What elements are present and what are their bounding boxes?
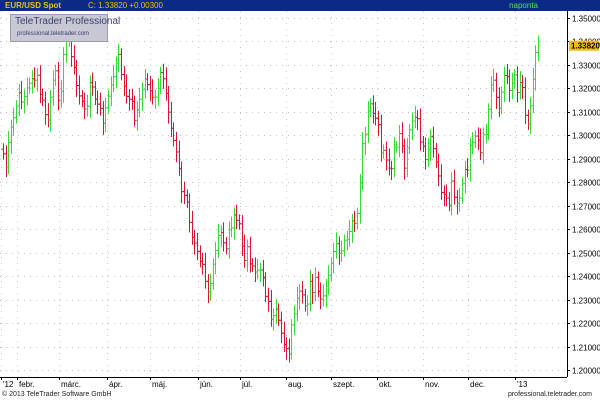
x-tick-label: jún. bbox=[199, 380, 213, 389]
instrument-title: EUR/USD Spot bbox=[5, 1, 61, 10]
footer-bar: © 2013 TeleTrader Software GmbH professi… bbox=[0, 389, 600, 400]
x-tick-label: márc. bbox=[61, 380, 81, 389]
price-chart[interactable]: 1.20000 1.21000 1.22000 1.23000 1.24000 1.250… bbox=[0, 0, 600, 400]
y-tick-label: 1.20000 bbox=[572, 367, 600, 376]
x-tick-label: máj. bbox=[152, 380, 167, 389]
y-tick-label: 1.31000 bbox=[572, 109, 600, 118]
x-axis: '12 febr. márc. ápr. máj. jún. júl. aug. szept. o… bbox=[1, 377, 528, 389]
y-tick-label: 1.35000 bbox=[572, 15, 600, 24]
x-tick-label: okt. bbox=[379, 380, 392, 389]
y-tick-label: 1.28000 bbox=[572, 179, 600, 188]
logo-brand: TeleTrader Professional bbox=[15, 16, 121, 27]
header-bar: EUR/USD Spot C: 1.33820 +0.00300 naponta bbox=[0, 0, 600, 11]
last-price-label: 1.33820 bbox=[571, 42, 600, 51]
y-tick-label: 1.30000 bbox=[572, 132, 600, 141]
x-tick-label: júl. bbox=[241, 380, 252, 389]
footer-url[interactable]: professional.teletrader.com bbox=[508, 389, 592, 400]
x-tick-label: '13 bbox=[517, 380, 528, 389]
y-tick-label: 1.26000 bbox=[572, 226, 600, 235]
y-tick-label: 1.21000 bbox=[572, 344, 600, 353]
y-tick-label: 1.29000 bbox=[572, 156, 600, 165]
x-tick-label: '12 bbox=[3, 380, 14, 389]
x-tick-label: ápr. bbox=[109, 380, 122, 389]
y-tick-label: 1.25000 bbox=[572, 250, 600, 259]
change-label: C: 1.33820 +0.00300 bbox=[88, 1, 163, 10]
y-axis: 1.20000 1.21000 1.22000 1.23000 1.24000 1.250… bbox=[567, 15, 600, 376]
x-tick-label: szept. bbox=[333, 380, 354, 389]
x-tick-label: febr. bbox=[19, 380, 35, 389]
x-tick-label: nov. bbox=[425, 380, 440, 389]
period-label[interactable]: naponta bbox=[509, 0, 538, 11]
y-tick-label: 1.33000 bbox=[572, 62, 600, 71]
y-tick-label: 1.23000 bbox=[572, 297, 600, 306]
x-tick-label: aug. bbox=[288, 380, 304, 389]
chart-window: 1.20000 1.21000 1.22000 1.23000 1.24000 1.250… bbox=[0, 0, 600, 400]
last-price-marker: 1.33820 bbox=[569, 40, 600, 51]
y-tick-label: 1.32000 bbox=[572, 85, 600, 94]
logo-url: professional.teletrader.com bbox=[17, 31, 90, 37]
copyright: © 2013 TeleTrader Software GmbH bbox=[2, 391, 112, 398]
y-tick-label: 1.22000 bbox=[572, 320, 600, 329]
y-tick-label: 1.24000 bbox=[572, 273, 600, 282]
teletrader-logo: TeleTrader Professional professional.tel… bbox=[10, 14, 120, 42]
plot-area bbox=[0, 11, 567, 377]
y-tick-label: 1.27000 bbox=[572, 203, 600, 212]
x-tick-label: dec. bbox=[470, 380, 485, 389]
